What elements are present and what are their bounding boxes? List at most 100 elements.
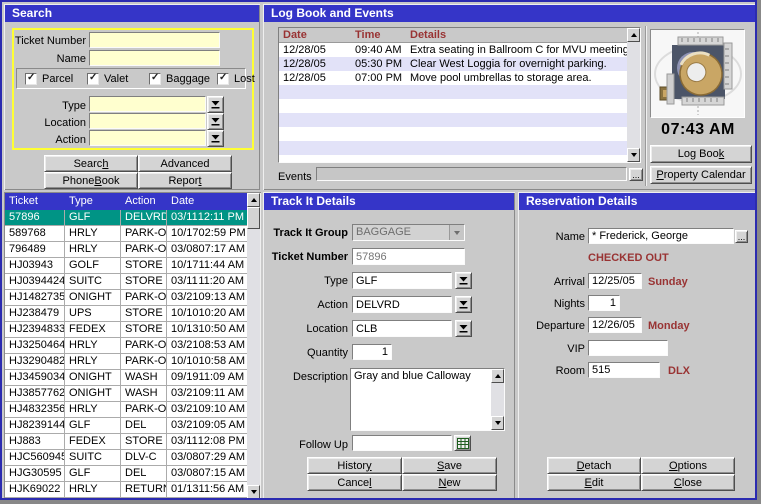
ticket-cell: HJ238479 [5, 306, 65, 321]
ticket-row[interactable]: HJ2394833 FEDEX STORE 10/1310:50 AM [5, 322, 247, 338]
ticket-row[interactable]: HJ883 FEDEX STORE 03/1112:08 PM [5, 434, 247, 450]
logbook-scrollbar[interactable] [627, 28, 640, 162]
ticket-row[interactable]: 57896 GLF DELVRD 03/1112:11 PM [5, 210, 247, 226]
scroll-down-button[interactable] [247, 485, 260, 499]
description-textarea[interactable]: Gray and blue Calloway [351, 369, 491, 430]
type-combo-input[interactable] [89, 96, 206, 112]
ticket-number-field[interactable] [352, 248, 465, 265]
location-lov-button[interactable] [207, 113, 224, 130]
property-calendar-button[interactable]: Property Calendar [650, 166, 752, 184]
close-button[interactable]: Close [641, 474, 735, 491]
ticket-row[interactable]: HJC560945 SUITC DLV-C 03/0807:29 AM [5, 450, 247, 466]
location-lov-button[interactable] [455, 320, 472, 337]
ticket-row[interactable]: HJ03943 GOLF STORE 10/1711:44 AM [5, 258, 247, 274]
category-checkbox[interactable]: Baggage [149, 72, 210, 85]
ticket-row[interactable]: HJ3250464 HRLY PARK-O 03/2108:53 AM [5, 338, 247, 354]
category-checkbox[interactable]: Valet [87, 72, 128, 85]
action-cell: WASH [121, 370, 167, 385]
action-lov-button[interactable] [455, 296, 472, 313]
name-input[interactable] [89, 50, 220, 66]
cancel-button[interactable]: Cancel [307, 474, 402, 491]
ticket-list-scrollbar[interactable] [247, 193, 260, 499]
ticket-row[interactable]: HJ039442456 SUITC STORE 03/1111:20 AM [5, 274, 247, 290]
type-lov-button[interactable] [455, 272, 472, 289]
ticket-row[interactable]: 589768 HRLY PARK-O 10/1702:59 PM [5, 226, 247, 242]
trackit-panel: Track It Details Track It Group BAGGAGE … [263, 192, 515, 500]
type-lov-button[interactable] [207, 96, 224, 113]
events-field[interactable] [316, 167, 627, 181]
events-label: Events [278, 170, 313, 185]
room-field[interactable] [588, 362, 660, 378]
ticket-row[interactable]: HJ3290482 HRLY PARK-O 10/1010:58 AM [5, 354, 247, 370]
edit-button[interactable]: Edit [547, 474, 641, 491]
type-combo-input[interactable] [352, 272, 452, 289]
followup-calendar-button[interactable] [454, 435, 471, 451]
checkbox-icon[interactable] [149, 73, 161, 85]
column-header-date[interactable]: Date [279, 28, 351, 42]
search-button[interactable]: Search [44, 155, 138, 172]
action-combo-input[interactable] [352, 296, 452, 313]
arrival-date-field[interactable] [588, 273, 642, 289]
phone-book-button[interactable]: Phone Book [44, 172, 138, 189]
action-combo-input[interactable] [89, 130, 206, 146]
location-combo-input[interactable] [89, 113, 206, 129]
date-cell: 12/28/05 [279, 71, 351, 85]
checkbox-icon[interactable] [217, 73, 229, 85]
ticket-row[interactable]: 796489 HRLY PARK-O 03/0807:17 AM [5, 242, 247, 258]
ticket-row[interactable]: HJ238479 UPS STORE 10/1010:20 AM [5, 306, 247, 322]
type-cell: FEDEX [65, 322, 121, 337]
advanced-button[interactable]: Advanced [138, 155, 232, 172]
description-scrollbar[interactable] [491, 369, 504, 430]
ticket-table-header: Ticket Type Action Date [5, 193, 247, 210]
ticket-table-body: 57896 GLF DELVRD 03/1112:11 PM 589768 HR… [5, 210, 247, 499]
column-header-date[interactable]: Date [167, 193, 247, 210]
column-header-action[interactable]: Action [121, 193, 167, 210]
followup-field[interactable] [352, 435, 452, 451]
departure-date-field[interactable] [588, 317, 642, 333]
category-checkbox[interactable]: Parcel [25, 72, 73, 85]
action-lov-button[interactable] [207, 130, 224, 147]
column-header-details[interactable]: Details [406, 28, 640, 42]
scroll-up-button[interactable] [491, 369, 504, 383]
ticket-row[interactable]: HJG30595 GLF DEL 03/0807:15 AM [5, 466, 247, 482]
new-button[interactable]: New [402, 474, 497, 491]
scroll-down-icon [251, 490, 257, 497]
scroll-down-icon [495, 421, 501, 428]
checkbox-icon[interactable] [87, 73, 99, 85]
scroll-up-button[interactable] [627, 28, 640, 42]
column-header-type[interactable]: Type [65, 193, 121, 210]
location-combo-input[interactable] [352, 320, 452, 337]
checkbox-icon[interactable] [25, 73, 37, 85]
ticket-row[interactable]: HJ82391443 GLF DEL 03/2109:05 AM [5, 418, 247, 434]
save-button[interactable]: Save [402, 457, 497, 474]
scroll-down-button[interactable] [491, 416, 504, 430]
events-more-button[interactable]: ... [629, 168, 643, 181]
log-book-button[interactable]: Log Book [650, 145, 752, 163]
guest-name-field[interactable] [588, 228, 734, 244]
history-button[interactable]: History [307, 457, 402, 474]
date-cell: 10/1010:20 AM [167, 306, 247, 321]
nights-field[interactable] [588, 295, 620, 311]
ticket-row[interactable]: HJ34590344 ONIGHT WASH 09/1911:09 AM [5, 370, 247, 386]
options-button[interactable]: Options [641, 457, 735, 474]
scroll-up-button[interactable] [247, 193, 260, 207]
ticket-row[interactable]: HJ3857762 ONIGHT WASH 03/2109:11 AM [5, 386, 247, 402]
logbook-row[interactable]: 12/28/05 09:40 AM Extra seating in Ballr… [279, 43, 627, 57]
detach-button[interactable]: Detach [547, 457, 641, 474]
scrollbar-thumb[interactable] [247, 207, 260, 229]
scroll-down-button[interactable] [627, 148, 640, 162]
report-button[interactable]: Report [138, 172, 232, 189]
name-lookup-button[interactable]: ... [735, 230, 748, 243]
vip-field[interactable] [588, 340, 668, 356]
room-label: Room [522, 364, 585, 379]
ticket-row[interactable]: HJK69022 HRLY RETURNED 01/1311:56 AM [5, 482, 247, 498]
logbook-row[interactable]: 12/28/05 07:00 PM Move pool umbrellas to… [279, 71, 627, 85]
logbook-row[interactable]: 12/28/05 05:30 PM Clear West Loggia for … [279, 57, 627, 71]
column-header-ticket[interactable]: Ticket [5, 193, 65, 210]
ticket-row[interactable]: HJ4832356 HRLY PARK-O 03/2109:10 AM [5, 402, 247, 418]
quantity-field[interactable] [352, 344, 392, 360]
column-header-time[interactable]: Time [351, 28, 406, 42]
ticket-row[interactable]: HJ1482735 ONIGHT PARK-O 03/2109:13 AM [5, 290, 247, 306]
ticket-number-input[interactable] [89, 32, 220, 48]
category-checkbox[interactable]: Lost [217, 72, 255, 85]
